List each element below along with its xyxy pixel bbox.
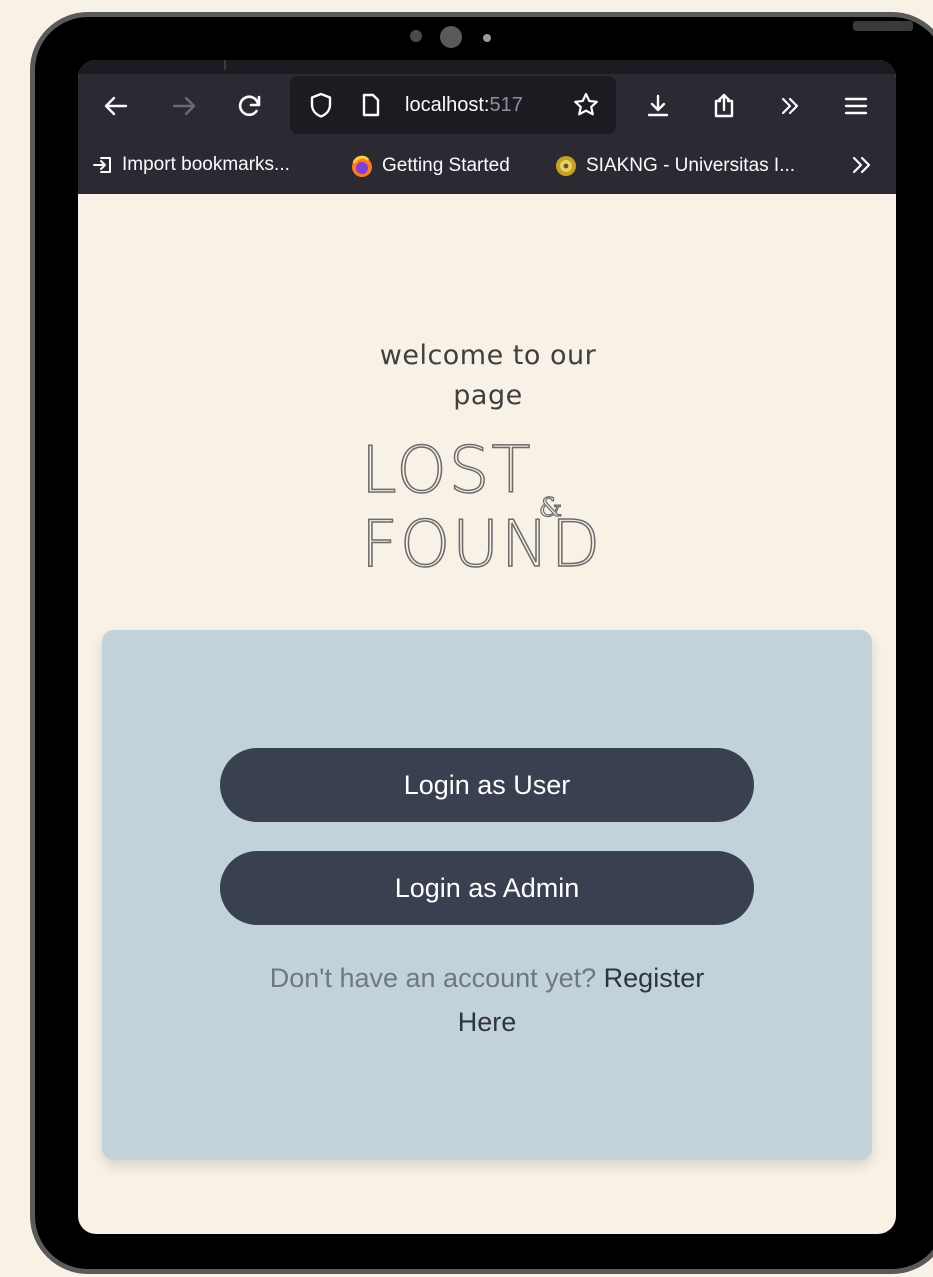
browser-window: localhost:517 Import bookmarks... Gettin… <box>78 60 896 1234</box>
chevrons-right-icon <box>850 154 874 176</box>
share-icon[interactable] <box>704 74 744 138</box>
shield-icon[interactable] <box>304 76 338 134</box>
bookmark-getting-started[interactable]: Getting Started <box>350 154 510 178</box>
hamburger-menu-icon[interactable] <box>836 74 876 138</box>
tab-edge <box>224 60 226 70</box>
download-icon[interactable] <box>638 74 678 138</box>
logo-line-1: LOST <box>361 434 532 508</box>
navigation-toolbar: localhost:517 <box>78 74 896 138</box>
import-icon <box>92 154 114 176</box>
register-prompt: Don't have an account yet? Register Here <box>242 956 732 1044</box>
welcome-line-1: welcome to our <box>379 340 597 371</box>
forward-arrow-icon[interactable] <box>162 74 206 138</box>
url-text[interactable]: localhost:517 <box>405 94 523 117</box>
bookmark-label: Getting Started <box>382 155 510 176</box>
bookmark-label: SIAKNG - Universitas I... <box>586 155 796 176</box>
login-as-user-button[interactable]: Login as User <box>220 748 754 822</box>
logo-line-2: FOUND <box>361 508 602 572</box>
bookmarks-toolbar: Import bookmarks... Getting Started SIAK… <box>78 138 896 194</box>
bookmark-label: Import bookmarks... <box>122 154 290 175</box>
back-arrow-icon[interactable] <box>94 74 138 138</box>
star-icon[interactable] <box>566 76 606 134</box>
logo-graphic: LOST & FOUND <box>360 433 602 583</box>
login-as-admin-button[interactable]: Login as Admin <box>220 851 754 925</box>
camera-lens <box>440 26 462 48</box>
browser-chrome: localhost:517 Import bookmarks... Gettin… <box>78 60 896 194</box>
welcome-line-2: page <box>453 380 523 411</box>
register-prompt-text: Don't have an account yet? <box>269 963 597 993</box>
reload-icon[interactable] <box>228 74 272 138</box>
page-icon[interactable] <box>354 76 388 134</box>
login-card: Login as User Login as Admin Don't have … <box>102 630 872 1160</box>
url-bar[interactable]: localhost:517 <box>290 76 616 134</box>
bookmark-siakng[interactable]: SIAKNG - Universitas I... <box>554 154 795 178</box>
welcome-heading: welcome to our page <box>328 336 648 416</box>
firefox-icon <box>350 154 374 178</box>
lost-and-found-logo: LOST & FOUND <box>360 432 611 583</box>
bookmarks-overflow-button[interactable] <box>850 154 882 176</box>
tab-strip <box>78 60 896 74</box>
siakng-icon <box>554 154 578 178</box>
url-port: 517 <box>489 94 523 116</box>
chevrons-right-icon[interactable] <box>770 74 810 138</box>
bookmark-import[interactable]: Import bookmarks... <box>92 154 290 176</box>
camera-dot <box>410 30 422 42</box>
sensor-dot <box>483 34 491 42</box>
url-host: localhost: <box>405 94 490 116</box>
tablet-side-button <box>853 21 913 31</box>
